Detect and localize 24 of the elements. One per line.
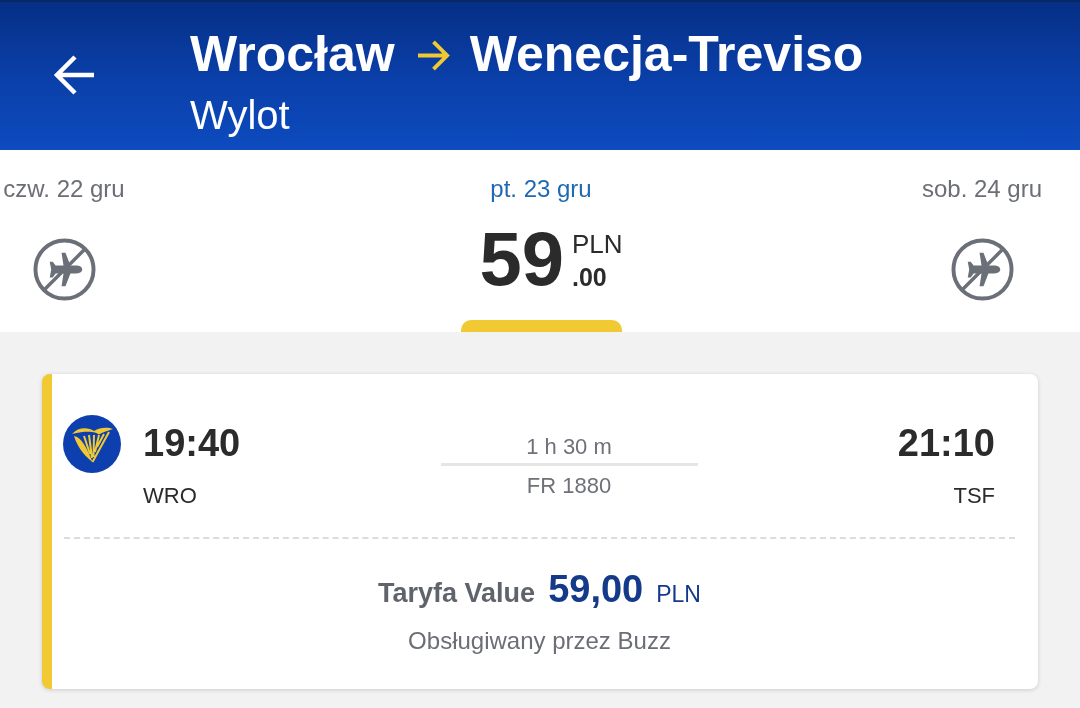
flight-card[interactable]: 19:40 WRO 1 h 30 m FR 1880 21:10 TSF Taryfa Value 59,00 PLN Obsługiwany przez Buzz: [42, 374, 1038, 689]
price-currency: PLN: [572, 231, 623, 257]
flight-duration: 1 h 30 m: [526, 435, 612, 459]
price-decimals: .00: [572, 265, 607, 290]
harp-logo-icon: [63, 415, 121, 473]
crossed-plane-icon: [32, 237, 96, 301]
date-tab[interactable]: sob. 24 gru: [918, 150, 1046, 332]
back-arrow-icon[interactable]: [53, 54, 95, 96]
date-tab[interactable]: czw. 22 gru: [0, 150, 128, 332]
fare-currency: PLN: [656, 580, 701, 609]
fare-label: Taryfa Value: [378, 577, 536, 610]
flight-number: FR 1880: [526, 474, 612, 498]
arrival-time: 21:10: [897, 421, 995, 465]
origin-city: Wrocław: [190, 26, 395, 82]
destination-city: Wenecja-Treviso: [469, 26, 864, 82]
operator-text: Obsługiwany przez Buzz: [408, 627, 671, 655]
fare-price: 59,00: [548, 567, 644, 611]
crossed-plane-icon: [950, 237, 1014, 301]
arrow-icon: [416, 38, 450, 72]
departure-time: 19:40: [143, 421, 241, 465]
price-amount: 59: [479, 221, 564, 297]
arrival-airport: TSF: [953, 483, 995, 509]
subtitle: Wylot: [190, 92, 290, 138]
departure-airport: WRO: [143, 483, 197, 509]
